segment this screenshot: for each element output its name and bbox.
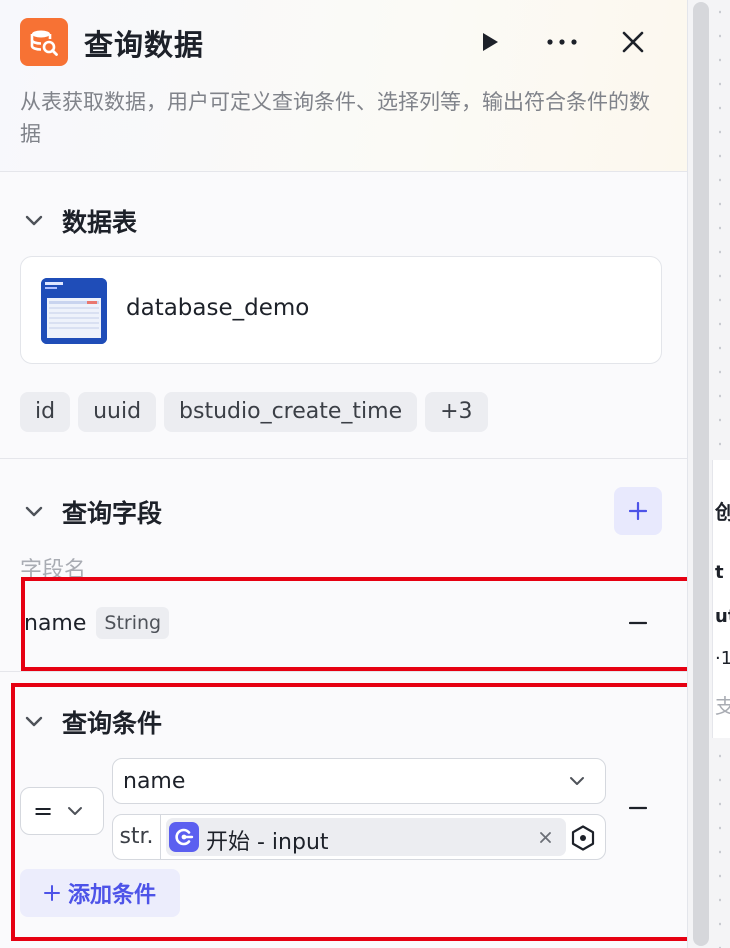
more-columns-tag[interactable]: +3 [425, 392, 488, 432]
chevron-down-icon [20, 207, 48, 235]
database-card[interactable]: database_demo [20, 256, 662, 364]
play-icon [483, 33, 498, 51]
section-divider [0, 458, 687, 459]
bg-text-fragment: ut [715, 606, 730, 627]
bg-text-fragment: t [715, 562, 724, 583]
bg-text-fragment: 支 [715, 690, 730, 719]
panel-title: 查询数据 [84, 28, 205, 62]
database-thumbnail [41, 278, 107, 344]
close-button[interactable] [615, 24, 651, 60]
section-title-table: 数据表 [62, 208, 138, 237]
run-button[interactable] [472, 24, 508, 60]
bg-text-fragment: 创 [715, 496, 730, 525]
more-button[interactable] [544, 24, 580, 60]
panel-header: 查询数据 从表获取数据，用户可定义查询条件、选择列等，输出符合条件的数据 [0, 0, 687, 172]
panel-scrollbar[interactable] [693, 2, 709, 946]
highlight-box-conditions [11, 683, 687, 941]
node-config-panel: 查询数据 从表获取数据，用户可定义查询条件、选择列等，输出符合条件的数据 数据表 [0, 0, 688, 948]
section-header-table[interactable]: 数据表 [20, 203, 137, 239]
panel-description: 从表获取数据，用户可定义查询条件、选择列等，输出符合条件的数据 [20, 90, 650, 146]
column-tag: bstudio_create_time [164, 392, 418, 432]
plus-icon [629, 502, 647, 520]
background-node-fragment: 创 t ut ·1 支 [712, 460, 730, 738]
more-icon [547, 39, 577, 45]
section-title-fields: 查询字段 [62, 499, 163, 528]
close-icon [622, 31, 644, 53]
section-header-fields[interactable]: 查询字段 [20, 494, 162, 530]
column-tag: uuid [78, 392, 157, 432]
add-field-button[interactable] [614, 487, 662, 535]
chevron-down-icon [20, 498, 48, 526]
database-query-icon [20, 18, 68, 66]
section-divider [0, 671, 687, 672]
highlight-box-fields [21, 577, 687, 671]
bg-text-fragment: ·1 [715, 648, 730, 669]
database-name: database_demo [126, 295, 310, 321]
column-tag: id [20, 392, 71, 432]
column-tags: id uuid bstudio_create_time +3 [20, 392, 488, 432]
